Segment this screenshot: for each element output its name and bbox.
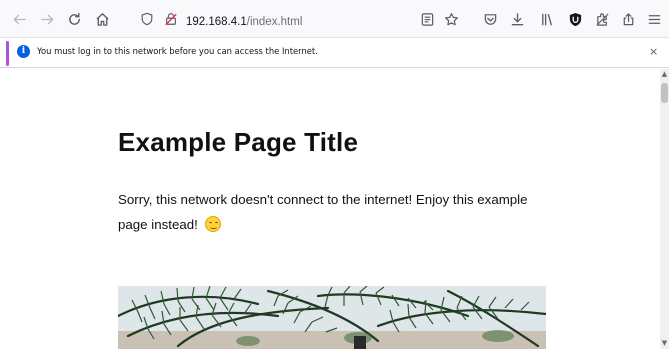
- vertical-scrollbar[interactable]: ▲ ▼: [660, 69, 669, 349]
- scrollbar-thumb[interactable]: [661, 83, 668, 103]
- pocket-icon[interactable]: [479, 8, 501, 30]
- downloads-icon[interactable]: [506, 8, 528, 30]
- home-icon[interactable]: [91, 8, 113, 30]
- url-path: /index.html: [246, 15, 303, 28]
- scroll-up-icon[interactable]: ▲: [660, 70, 669, 79]
- reader-view-icon[interactable]: [416, 8, 438, 30]
- url-text[interactable]: 192.168.4.1/index.html: [186, 10, 302, 29]
- bookmark-star-icon[interactable]: [440, 8, 462, 30]
- paragraph-text: Sorry, this network doesn't connect to t…: [118, 192, 528, 232]
- extensions-puzzle-icon[interactable]: [591, 8, 613, 30]
- smiling-face-emoji: [204, 216, 221, 232]
- close-icon[interactable]: ×: [649, 45, 658, 58]
- captive-portal-notification: i You must log in to this network before…: [0, 38, 669, 68]
- scroll-down-icon[interactable]: ▼: [660, 339, 669, 348]
- page-paragraph: Sorry, this network doesn't connect to t…: [118, 187, 548, 237]
- info-icon: i: [17, 45, 30, 58]
- browser-toolbar: 192.168.4.1/index.html: [0, 0, 669, 38]
- hamburger-menu-icon[interactable]: [643, 8, 665, 30]
- url-host: 192.168.4.1: [186, 15, 247, 28]
- page-title: Example Page Title: [118, 127, 359, 157]
- palm-leaves-photo: [118, 286, 546, 349]
- forward-arrow-icon[interactable]: [36, 8, 58, 30]
- page-viewport: Example Page Title Sorry, this network d…: [0, 69, 660, 349]
- tracking-protection-shield-icon[interactable]: [140, 11, 156, 27]
- notification-message: You must log in to this network before y…: [37, 46, 318, 56]
- notification-accent: [6, 41, 9, 66]
- share-icon[interactable]: [617, 8, 639, 30]
- library-icon[interactable]: [536, 8, 558, 30]
- insecure-connection-icon[interactable]: [164, 11, 180, 27]
- reload-icon[interactable]: [63, 8, 85, 30]
- back-arrow-icon[interactable]: [8, 8, 30, 30]
- ublock-extension-icon[interactable]: [564, 8, 586, 30]
